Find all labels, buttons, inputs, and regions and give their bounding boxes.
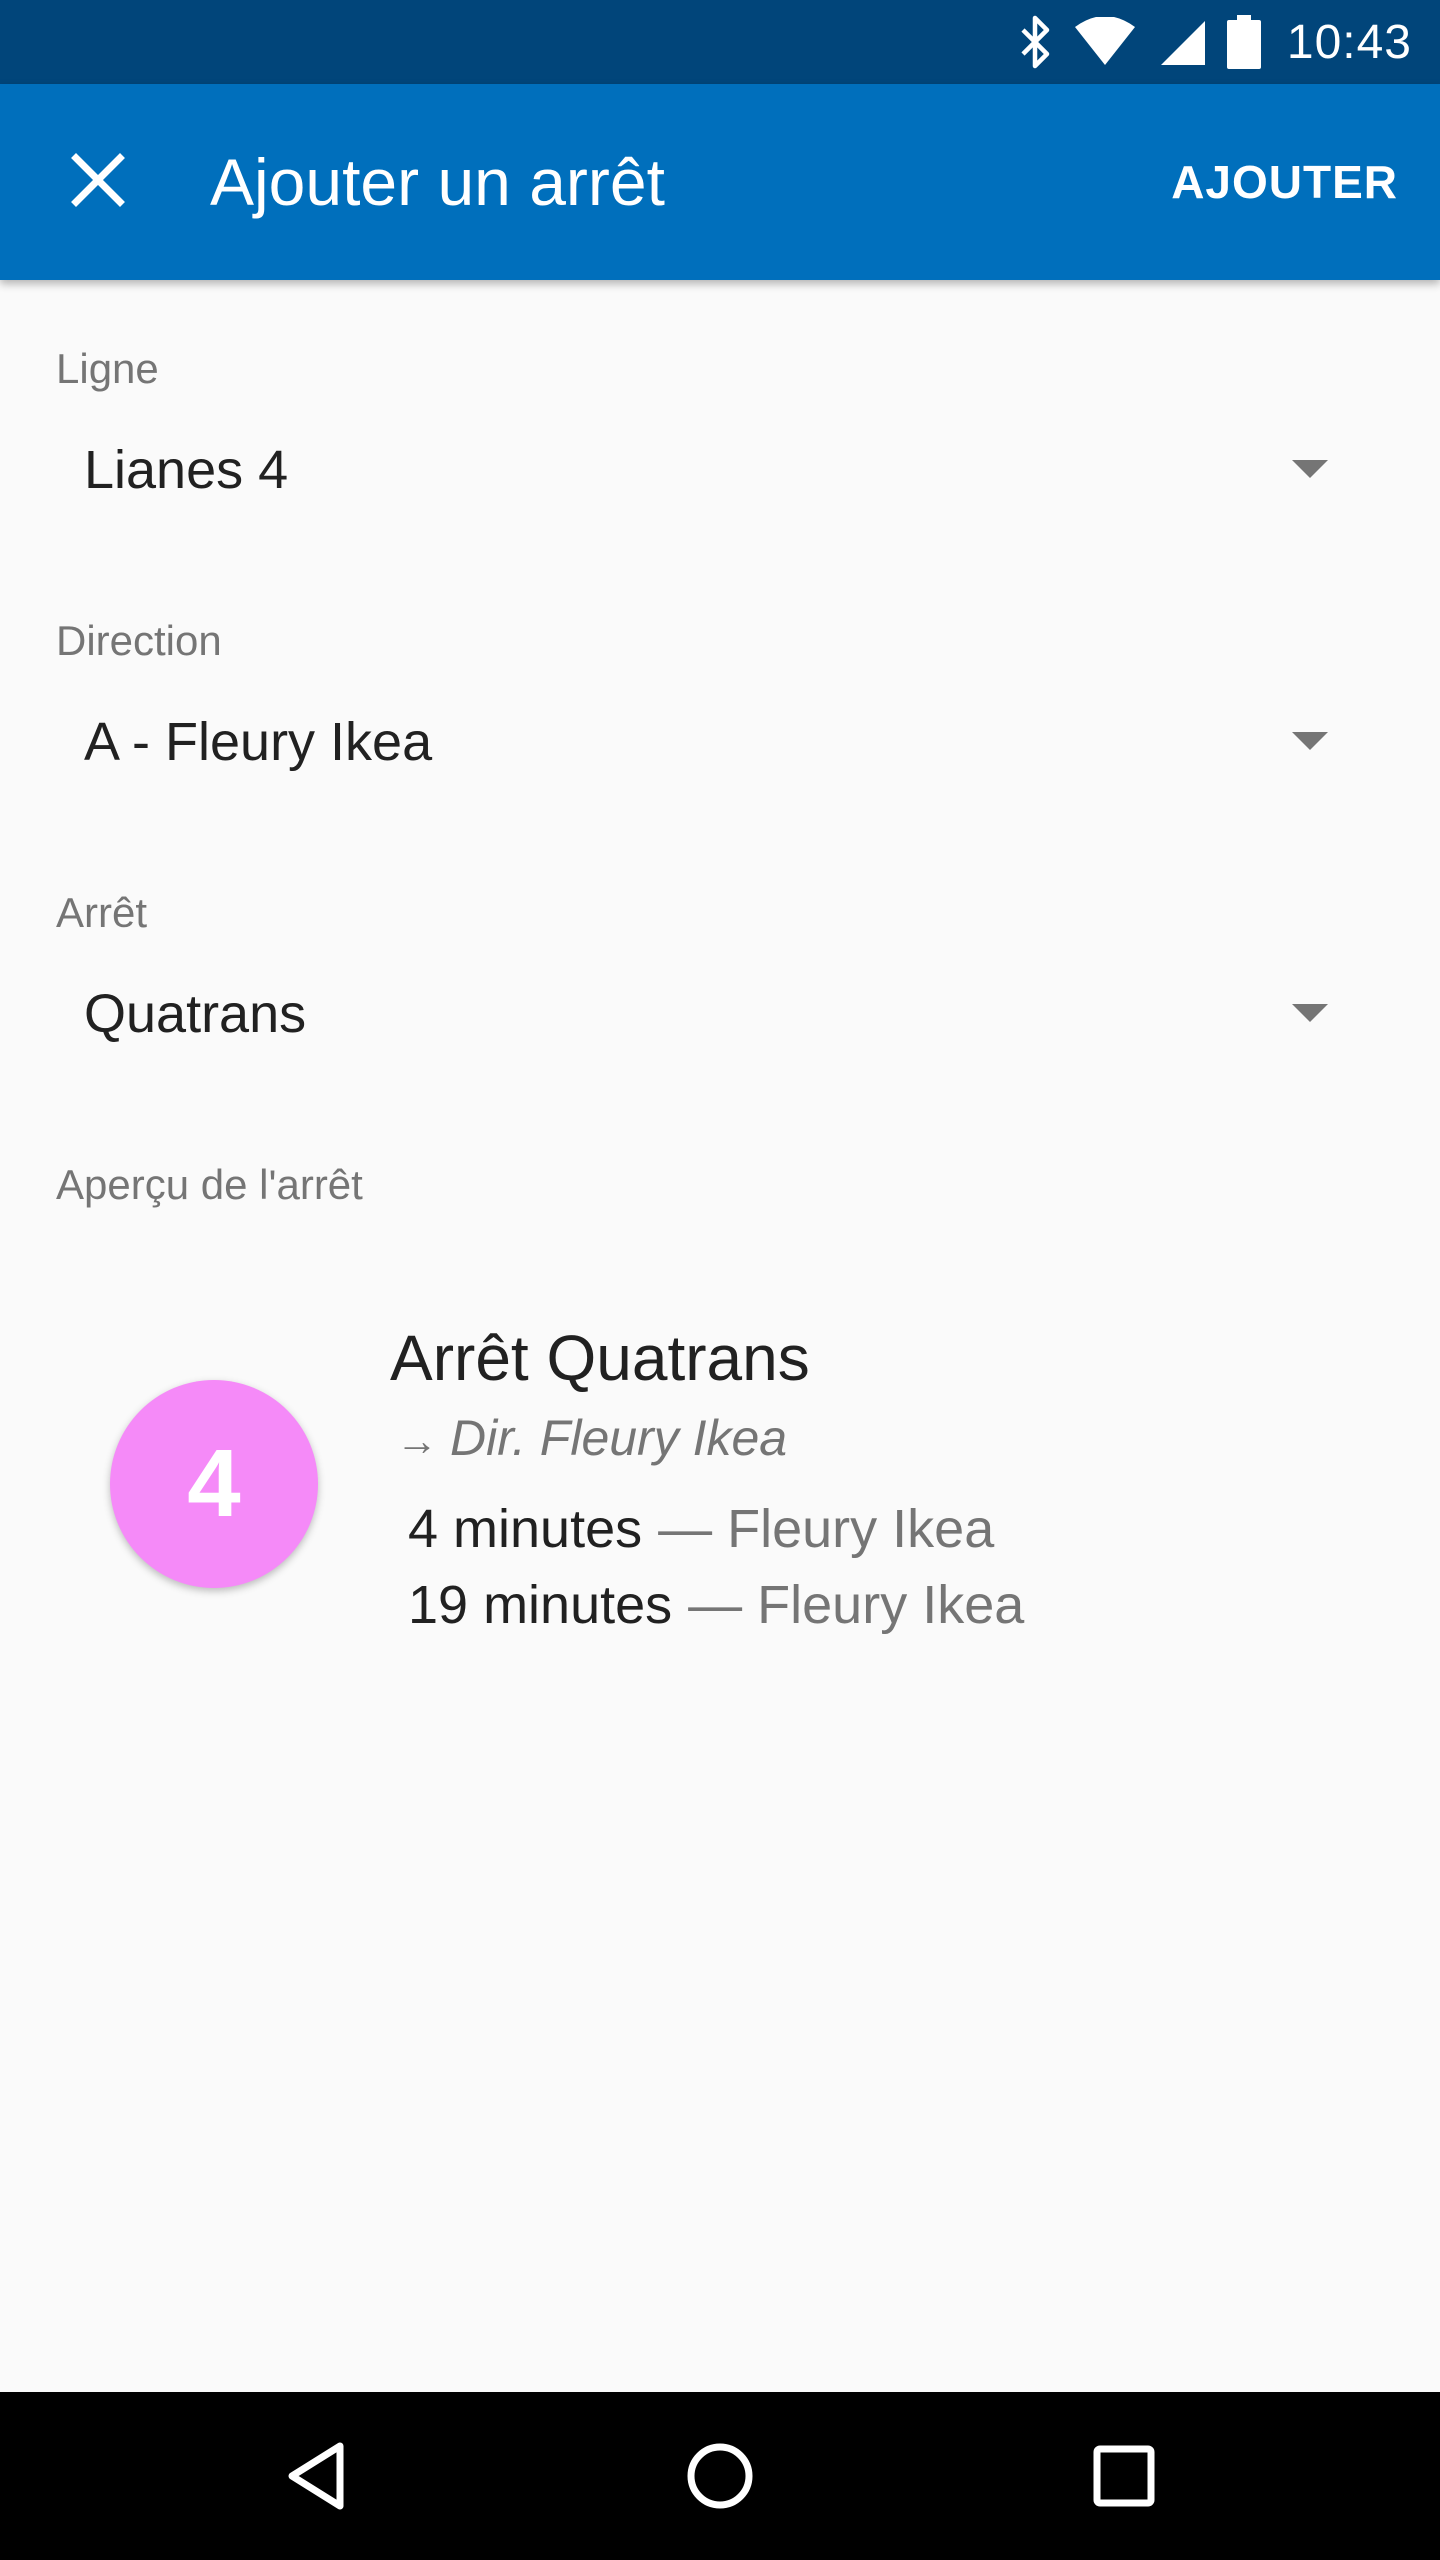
direction-label: Direction [56,617,222,664]
dropdown-arrow-icon [1292,732,1328,750]
line-label: Ligne [56,345,159,392]
departure-time: 4 minutes [408,1499,643,1559]
status-time: 10:43 [1286,15,1412,69]
stop-value: Quatrans [84,984,307,1044]
stop-select[interactable]: Quatrans [56,958,1346,1070]
line-badge: 4 [110,1380,318,1588]
recents-icon [1092,2444,1156,2513]
dropdown-arrow-icon [1292,1004,1328,1022]
dropdown-arrow-icon [1292,460,1328,478]
app-bar: Ajouter un arrêt AJOUTER [0,84,1440,280]
preview-direction-text: Dir. Fleury Ikea [450,1410,788,1466]
wifi-icon [1073,0,1137,84]
departure-destination: — Fleury Ikea [688,1575,1025,1635]
arrow-right-icon: → [396,1417,438,1464]
line-value: Lianes 4 [84,440,289,500]
bluetooth-icon [1017,0,1053,84]
add-button[interactable]: AJOUTER [1171,152,1398,212]
back-icon [284,2440,348,2517]
departure-row: 19 minutes — Fleury Ikea [408,1570,1024,1640]
departure-destination: — Fleury Ikea [658,1499,995,1559]
navigation-bar [0,2392,1440,2560]
preview-direction: → Dir. Fleury Ikea [396,1404,787,1475]
preview-stop-name: Arrêt Quatrans [390,1322,810,1394]
home-button[interactable] [660,2418,780,2538]
battery-icon [1226,0,1261,84]
recents-button[interactable] [1064,2418,1184,2538]
direction-value: A - Fleury Ikea [84,712,433,772]
signal-icon [1157,0,1207,84]
status-bar: 10:43 [0,0,1440,84]
page-title: Ajouter un arrêt [210,145,665,219]
direction-select[interactable]: A - Fleury Ikea [56,686,1346,798]
line-select[interactable]: Lianes 4 [56,414,1346,526]
departure-time: 19 minutes [408,1575,673,1635]
close-icon [70,152,126,213]
close-button[interactable] [50,134,146,230]
back-button[interactable] [256,2418,376,2538]
home-icon [684,2440,756,2517]
line-badge-number: 4 [187,1430,241,1537]
preview-label: Aperçu de l'arrêt [56,1161,363,1208]
stop-label: Arrêt [56,889,148,936]
departure-row: 4 minutes — Fleury Ikea [408,1494,994,1564]
